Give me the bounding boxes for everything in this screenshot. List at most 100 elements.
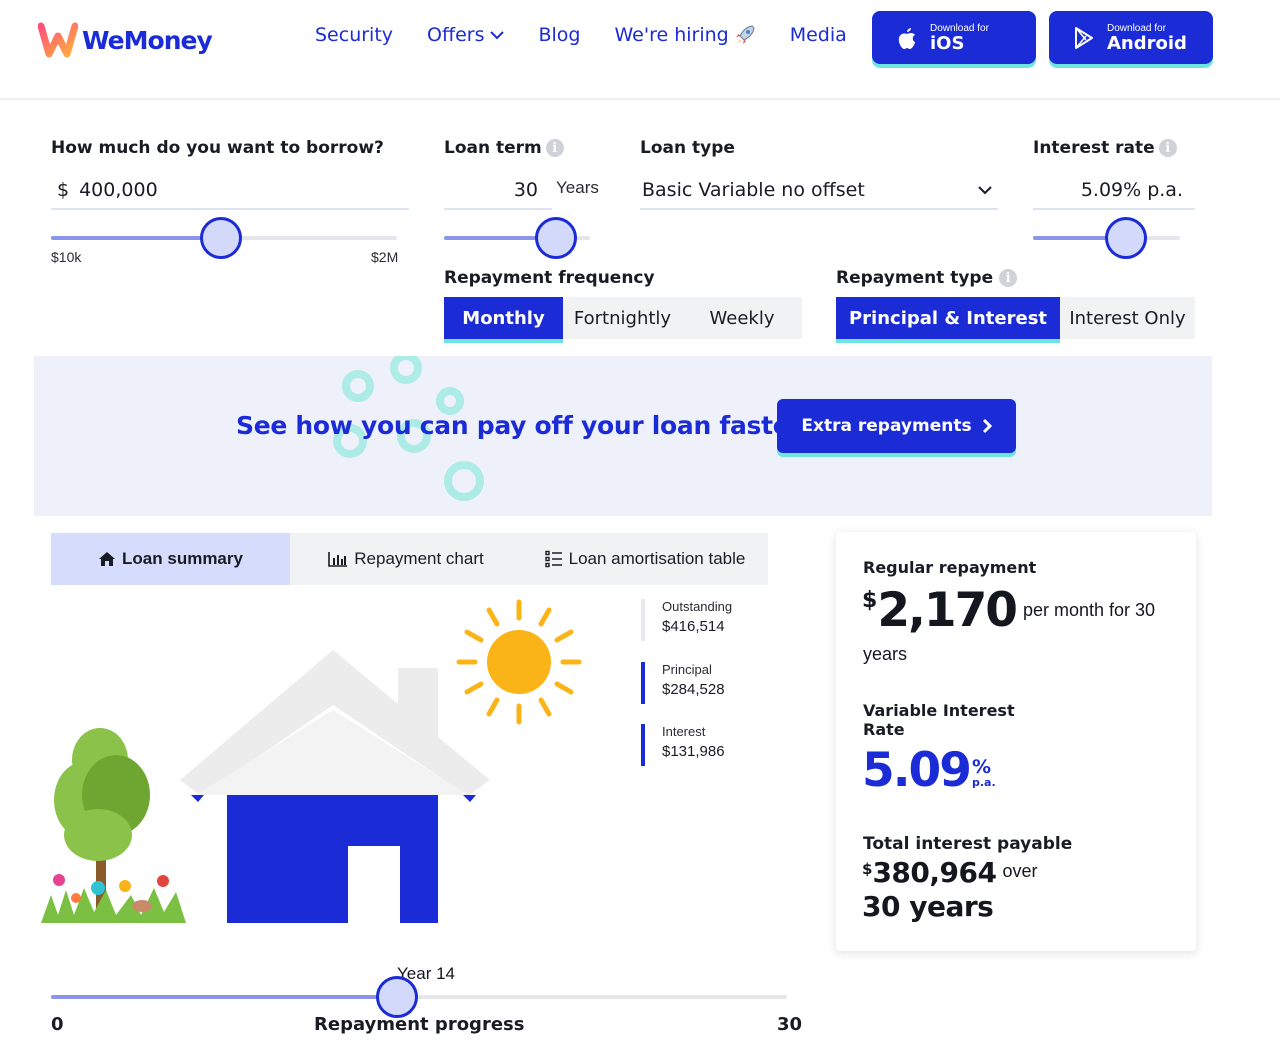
interest-rate-field[interactable]: 5.09% p.a. xyxy=(1033,172,1195,210)
home-icon xyxy=(99,552,116,566)
total-interest-years: 30 years xyxy=(862,890,994,923)
repayment-progress-thumb[interactable] xyxy=(375,976,418,1018)
currency-symbol: $ xyxy=(57,179,70,201)
android-big-text: Android xyxy=(1107,32,1187,54)
total-interest-over: over xyxy=(1002,861,1038,881)
info-icon[interactable]: i xyxy=(1158,139,1177,157)
frequency-fortnightly[interactable]: Fortnightly xyxy=(563,297,682,339)
interest-rate-slider[interactable] xyxy=(1033,217,1180,259)
extra-repayments-banner: See how you can pay off your loan faster… xyxy=(34,356,1212,516)
frequency-weekly[interactable]: Weekly xyxy=(682,297,802,339)
loan-type-select[interactable]: Basic Variable no offset xyxy=(640,172,998,210)
google-play-icon xyxy=(1075,26,1093,49)
wemoney-logo-icon xyxy=(38,22,78,58)
tab-repayment-chart-label: Repayment chart xyxy=(354,549,484,568)
progress-min-label: 0 xyxy=(51,1014,64,1035)
interest-rate-label-text: Interest rate xyxy=(1033,138,1155,158)
logo[interactable]: WeMoney xyxy=(38,20,213,60)
banner-headline: See how you can pay off your loan faster xyxy=(236,411,802,440)
house-icon xyxy=(180,650,490,923)
ios-small-text: Download for xyxy=(930,22,989,34)
rate-display-pa: p.a. xyxy=(971,776,996,789)
summary-tabs: Loan summary Repayment chart Loan amorti… xyxy=(51,533,768,585)
borrow-min-label: $10k xyxy=(51,249,82,265)
nav-blog[interactable]: Blog xyxy=(538,24,580,46)
loan-term-unit: Years xyxy=(556,178,599,197)
loan-term-slider-thumb[interactable] xyxy=(535,217,578,259)
tab-loan-summary[interactable]: Loan summary xyxy=(51,533,290,585)
tab-amortisation-table[interactable]: Loan amortisation table xyxy=(522,533,768,585)
type-interest-only[interactable]: Interest Only xyxy=(1060,297,1195,339)
repayment-progress-slider[interactable] xyxy=(51,976,787,1018)
loan-type-value: Basic Variable no offset xyxy=(642,179,865,201)
sun-icon xyxy=(456,599,582,725)
ios-big-text: iOS xyxy=(930,32,965,54)
type-principal-interest[interactable]: Principal & Interest xyxy=(836,297,1060,339)
tab-loan-summary-label: Loan summary xyxy=(122,549,243,568)
borrow-max-label: $2M xyxy=(371,249,399,265)
total-interest-value: 380,964 xyxy=(872,856,997,889)
regular-repayment-amount: $ 2,170 per month for 30 xyxy=(862,582,1155,640)
apple-icon xyxy=(898,27,915,49)
interest-rate-value: 5.09% p.a. xyxy=(1080,179,1183,201)
chevron-down-icon xyxy=(978,186,992,195)
download-android-button[interactable]: Download for Android xyxy=(1049,11,1213,64)
rocket-icon xyxy=(735,25,755,44)
tab-amortisation-table-label: Loan amortisation table xyxy=(568,549,746,568)
ios-button-text: Download for iOS xyxy=(930,23,989,53)
interest-rate-slider-thumb[interactable] xyxy=(1104,217,1147,259)
borrow-label: How much do you want to borrow? xyxy=(51,138,384,158)
rate-display-unit: % p.a. xyxy=(972,758,996,789)
download-ios-button[interactable]: Download for iOS xyxy=(872,11,1036,64)
android-small-text: Download for xyxy=(1107,22,1166,34)
rate-display-pct: % xyxy=(971,756,992,778)
nav-security[interactable]: Security xyxy=(315,24,393,46)
nav-offers-label: Offers xyxy=(427,24,485,46)
total-interest-symbol: $ xyxy=(862,860,873,878)
loan-term-label-text: Loan term xyxy=(444,138,542,158)
chevron-right-icon xyxy=(982,418,992,434)
frequency-monthly[interactable]: Monthly xyxy=(444,297,563,339)
info-icon[interactable]: i xyxy=(545,139,564,157)
house-illustration xyxy=(41,599,582,923)
rate-display: 5.09 % p.a. xyxy=(862,742,996,800)
loan-term-label: Loan term i xyxy=(444,138,564,158)
info-icon[interactable]: i xyxy=(999,269,1018,287)
repayment-summary-card: Regular repayment $ 2,170 per month for … xyxy=(836,532,1196,951)
borrow-amount-value: 400,000 xyxy=(79,179,158,201)
borrow-slider[interactable] xyxy=(51,217,397,259)
chevron-down-icon xyxy=(490,30,505,39)
borrow-slider-thumb[interactable] xyxy=(199,217,242,259)
rate-display-value: 5.09 xyxy=(862,743,972,798)
rate-title-line2: Rate xyxy=(863,720,905,739)
borrow-amount-field[interactable]: $ 400,000 xyxy=(51,172,409,210)
nav-hiring-label: We're hiring xyxy=(614,24,729,46)
logo-text: WeMoney xyxy=(82,25,213,55)
borrow-slider-fill xyxy=(51,236,221,240)
flowers-icon xyxy=(41,874,186,923)
loan-term-slider[interactable] xyxy=(444,217,590,259)
total-interest-amount: $ 380,964 over xyxy=(862,856,1037,890)
stat-principal-label: Principal xyxy=(662,662,712,677)
repayment-frequency-label: Repayment frequency xyxy=(444,268,655,288)
repayment-progress-fill xyxy=(51,995,397,999)
progress-title: Repayment progress xyxy=(314,1014,525,1035)
stat-principal: Principal $284,528 xyxy=(641,662,725,704)
stat-outstanding: Outstanding $416,514 xyxy=(641,599,732,641)
extra-repayments-button[interactable]: Extra repayments xyxy=(777,399,1016,453)
stat-interest: Interest $131,986 xyxy=(641,724,725,766)
progress-max-label: 30 xyxy=(777,1014,803,1035)
bar-chart-icon xyxy=(328,552,348,567)
total-interest-title: Total interest payable xyxy=(863,834,1073,854)
repayment-type-toggle: Principal & Interest Interest Only xyxy=(836,297,1195,339)
nav-media[interactable]: Media xyxy=(790,24,847,46)
tab-repayment-chart[interactable]: Repayment chart xyxy=(290,533,522,585)
repayment-type-label-text: Repayment type xyxy=(836,268,994,288)
extra-repayments-label: Extra repayments xyxy=(801,416,972,436)
rate-title-line1: Variable Interest xyxy=(863,701,1015,720)
stat-interest-label: Interest xyxy=(662,724,706,739)
repayment-type-label: Repayment type i xyxy=(836,268,1018,288)
loan-term-field[interactable]: 30 xyxy=(444,172,552,210)
nav-offers[interactable]: Offers xyxy=(427,24,505,46)
nav-hiring[interactable]: We're hiring xyxy=(614,24,755,46)
